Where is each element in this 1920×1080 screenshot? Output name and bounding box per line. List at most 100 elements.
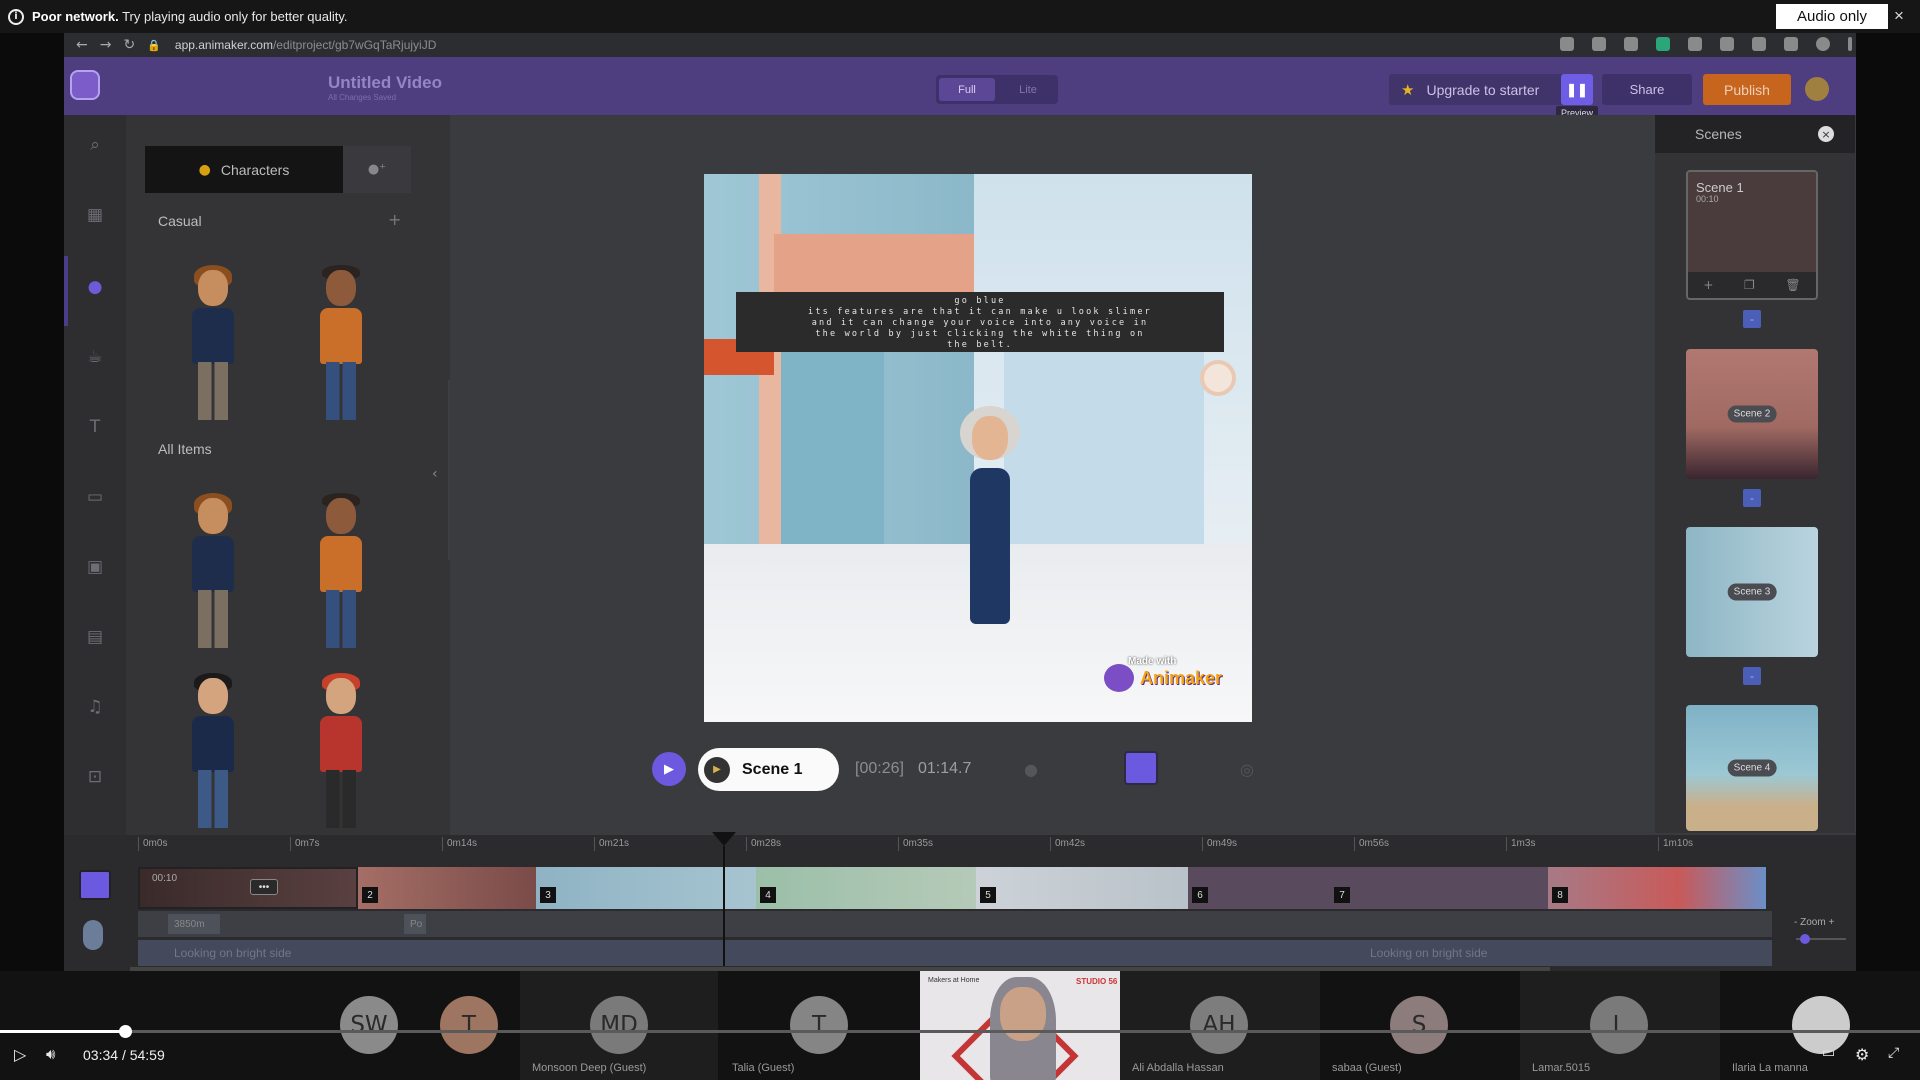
scene-play-pill[interactable]: ▶ Scene 1 [698, 748, 839, 791]
timeline-scene-7[interactable]: 7 [1330, 867, 1548, 909]
audio-only-button[interactable]: Audio only [1776, 4, 1888, 29]
upgrade-button[interactable]: ★ Upgrade to starter [1389, 74, 1577, 105]
canvas-caption-box[interactable]: go blue its features are that it can mak… [736, 292, 1224, 352]
grammarly-icon[interactable] [1656, 37, 1670, 51]
character-icon[interactable]: ● [84, 277, 106, 299]
participant-avatar[interactable]: AH [1190, 996, 1248, 1054]
expand-plus-icon[interactable]: + [388, 210, 401, 229]
settings-gear-icon[interactable]: ⚙ [1855, 1045, 1869, 1064]
participant-avatar[interactable]: MD [590, 996, 648, 1054]
background-icon[interactable]: ▭ [84, 487, 106, 509]
scene-canvas[interactable]: go blue its features are that it can mak… [704, 174, 1252, 722]
reload-icon[interactable]: ↻ [123, 37, 135, 53]
tab-custom-character[interactable]: ●⁺ [343, 146, 411, 193]
participant-photo-avatar[interactable] [1792, 996, 1850, 1054]
timeline-ruler[interactable]: 0m0s 0m7s 0m14s 0m21s 0m28s 0m35s 0m42s … [138, 837, 1778, 857]
url-field[interactable]: app.animaker.com/editproject/gb7wGqTaRju… [175, 38, 436, 52]
scene-thumbnail-1[interactable]: Scene 1 00:10 + ❐ 🗑 [1686, 170, 1818, 300]
kebab-menu-icon[interactable] [1848, 37, 1852, 51]
volume-icon[interactable]: 🔊︎ [46, 1045, 55, 1063]
publish-button[interactable]: Publish [1703, 74, 1791, 105]
timeline-scene-2[interactable]: 2 [358, 867, 536, 909]
microphone-icon[interactable] [83, 920, 103, 950]
animaker-logo[interactable] [70, 70, 100, 100]
user-avatar[interactable] [1805, 77, 1829, 101]
track-chip[interactable]: Po [404, 914, 426, 934]
project-title[interactable]: Untitled Video [328, 73, 442, 93]
props-icon[interactable]: ☕ [84, 347, 106, 369]
duplicate-icon[interactable]: ❐ [1744, 278, 1755, 292]
scene-thumbnail-2[interactable]: Scene 2 [1686, 349, 1818, 479]
timeline-scene-8[interactable]: 8 [1548, 867, 1766, 909]
character-thumbnail[interactable] [310, 493, 370, 648]
template-icon[interactable]: ▦ [84, 205, 106, 227]
person-icon[interactable]: ● [1024, 760, 1038, 779]
camera-icon[interactable]: ◎ [1240, 760, 1254, 779]
tab-characters[interactable]: ● Characters [145, 146, 343, 193]
eye-off-icon[interactable] [1560, 37, 1574, 51]
participant-avatar[interactable]: T [440, 996, 498, 1054]
mode-lite-button[interactable]: Lite [1002, 78, 1054, 101]
play-all-button[interactable]: ▶ [652, 752, 686, 786]
star-icon[interactable] [1592, 37, 1606, 51]
timeline-scene-1[interactable]: 00:10 ••• [138, 867, 358, 909]
extension-icon[interactable] [1624, 37, 1638, 51]
puzzle-icon[interactable] [1752, 37, 1766, 51]
mode-full-button[interactable]: Full [939, 78, 995, 101]
upload-icon[interactable]: ⊡ [84, 767, 106, 789]
zoom-minus-icon[interactable]: - [1794, 917, 1797, 928]
timeline-scene-4[interactable]: 4 [756, 867, 976, 909]
more-icon[interactable]: ••• [250, 879, 278, 895]
character-thumbnail[interactable] [182, 673, 242, 828]
participant-avatar[interactable]: SW [340, 996, 398, 1054]
character-thumbnail[interactable] [310, 673, 370, 828]
participant-video[interactable]: Makers at Home STUDIO 56 [920, 971, 1120, 1080]
back-arrow-icon[interactable]: ← [76, 37, 88, 53]
share-button[interactable]: Share [1602, 74, 1692, 105]
timeline-scene-5[interactable]: 5 [976, 867, 1188, 909]
playhead-handle[interactable] [712, 832, 736, 846]
player-progress-knob[interactable] [118, 1025, 132, 1038]
add-scene-icon[interactable]: + [1703, 278, 1713, 292]
text-icon[interactable]: T [84, 417, 106, 439]
add-transition-button[interactable]: - [1743, 489, 1761, 507]
character-thumbnail[interactable] [310, 265, 370, 420]
add-transition-button[interactable]: - [1743, 667, 1761, 685]
participant-avatar[interactable]: S [1390, 996, 1448, 1054]
pin-icon[interactable]: ⤢ [1888, 1045, 1899, 1061]
track-chip[interactable]: 3850m [168, 914, 220, 934]
add-transition-button[interactable]: - [1743, 310, 1761, 328]
character-thumbnail[interactable] [182, 265, 242, 420]
scene-thumbnail-3[interactable]: Scene 3 [1686, 527, 1818, 657]
delete-icon[interactable]: 🗑 [1785, 278, 1800, 292]
captions-icon[interactable]: ▭ [1822, 1045, 1835, 1061]
profile-icon[interactable] [1816, 37, 1830, 51]
scene-thumbnail-4[interactable]: Scene 4 [1686, 705, 1818, 831]
participant-avatar[interactable]: L [1590, 996, 1648, 1054]
search-icon[interactable]: ⌕ [84, 135, 106, 157]
video-icon[interactable]: ▤ [84, 627, 106, 649]
close-icon[interactable]: × [1818, 126, 1834, 142]
extension-icon[interactable] [1688, 37, 1702, 51]
forward-arrow-icon[interactable]: → [100, 37, 112, 53]
play-icon[interactable]: ▷ [14, 1045, 26, 1064]
scenes-track-icon[interactable] [79, 870, 111, 900]
canvas-character[interactable] [960, 406, 1020, 626]
zoom-plus-icon[interactable]: + [1828, 917, 1834, 928]
caption-line: the world by just clicking the white thi… [815, 329, 1145, 339]
music-icon[interactable]: ♫ [84, 697, 106, 719]
character-thumbnail[interactable] [182, 493, 242, 648]
character-track[interactable] [138, 911, 1772, 937]
extension-icon[interactable] [1720, 37, 1734, 51]
timeline-scene-6[interactable]: 6 [1188, 867, 1330, 909]
close-icon[interactable]: × [1894, 6, 1904, 26]
music-track[interactable] [138, 940, 1772, 966]
collapse-panel-icon[interactable]: ‹ [432, 466, 438, 482]
film-icon[interactable] [1124, 751, 1158, 785]
playlist-icon[interactable] [1784, 37, 1798, 51]
preview-button[interactable]: ❚❚ [1561, 74, 1593, 105]
zoom-slider-knob[interactable] [1800, 934, 1810, 944]
player-progress-bar[interactable] [0, 1030, 1920, 1033]
participant-avatar[interactable]: T [790, 996, 848, 1054]
image-icon[interactable]: ▣ [84, 557, 106, 579]
